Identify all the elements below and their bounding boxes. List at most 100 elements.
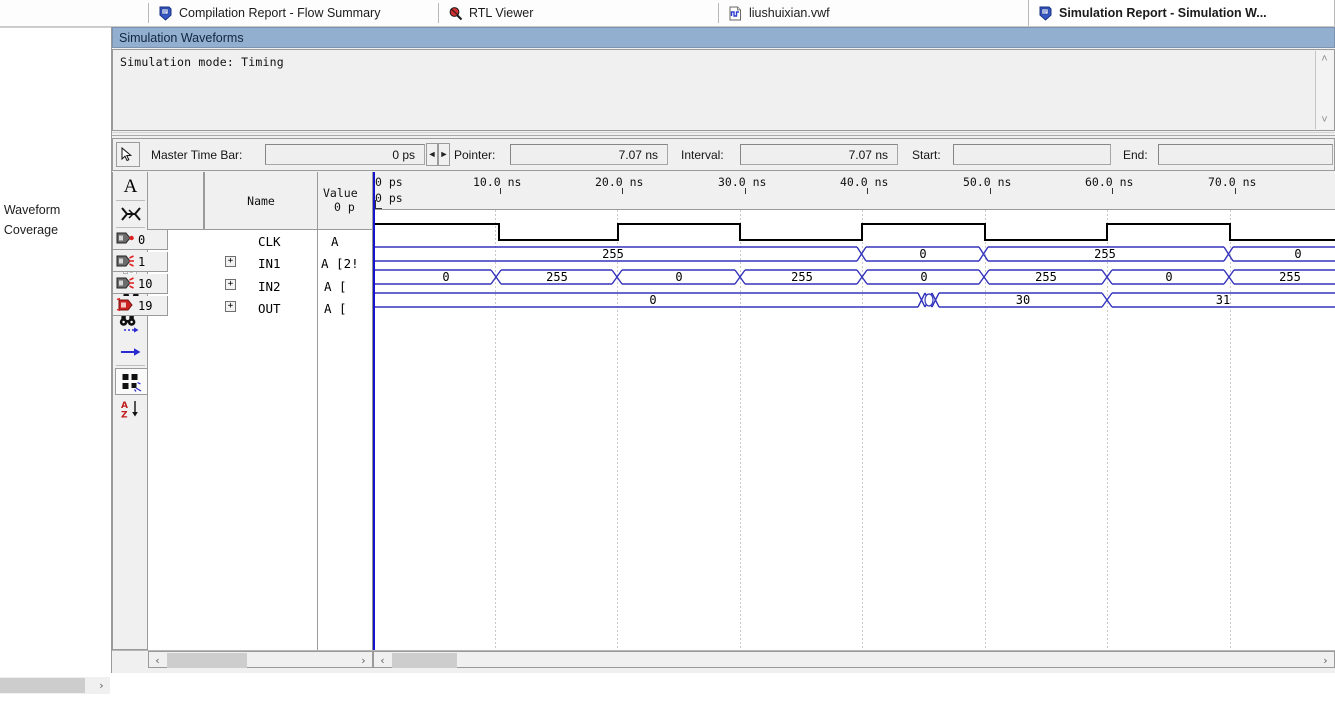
scroll-right-icon[interactable]: ›	[355, 652, 372, 669]
clk-low-segment	[1229, 239, 1335, 241]
tab-label: RTL Viewer	[469, 6, 534, 20]
signal-value-in2: A [	[324, 279, 347, 294]
master-time-bar-field[interactable]: 0 ps	[265, 144, 425, 165]
expand-out-button[interactable]: +	[225, 301, 236, 312]
scroll-right-icon[interactable]: ›	[93, 677, 110, 694]
sidebar-item-simulation-coverage[interactable]: Simulation Coverage	[0, 223, 58, 237]
clk-low-segment	[984, 239, 1107, 241]
sort-tool[interactable]: A Z	[115, 396, 146, 421]
waveform-row-in1[interactable]: 255 0 255 0	[373, 244, 1335, 264]
text-tool[interactable]: A	[115, 174, 146, 199]
svg-text:Z: Z	[121, 410, 128, 419]
signal-name-clk[interactable]: CLK	[258, 234, 281, 249]
waveform-scrollbar[interactable]: ‹ ›	[373, 651, 1335, 668]
master-time-cursor[interactable]	[373, 172, 375, 650]
bus-value-label: 0	[920, 270, 928, 284]
row-gutter-in1[interactable]: 1	[112, 252, 168, 272]
value-column-header: Value 0 p	[317, 172, 373, 230]
bus-value-label: 255	[546, 270, 568, 284]
signal-name-column: Name	[147, 172, 318, 650]
tab-separator	[718, 3, 719, 23]
row-gutter-in2[interactable]: 10	[112, 274, 168, 294]
bus-value-label: 0	[1165, 270, 1173, 284]
scroll-left-icon[interactable]: ‹	[374, 652, 391, 669]
tick-label-60: 60.0 ns	[1085, 175, 1134, 189]
master-time-bar-label: Master Time Bar:	[151, 148, 243, 162]
input-pin-icon	[116, 254, 135, 270]
bus-value-label: 255	[1035, 270, 1057, 284]
scroll-thumb[interactable]	[0, 678, 85, 693]
pointer-tool-button[interactable]	[116, 142, 140, 167]
tab-liushuixian-vwf[interactable]: liushuixian.vwf	[718, 0, 1028, 26]
goto-tool[interactable]	[115, 339, 146, 364]
tab-compilation-report[interactable]: Compilation Report - Flow Summary	[148, 0, 438, 26]
panel-top-divider	[0, 27, 111, 28]
master-time-bar-stepper[interactable]: ◄ ►	[426, 143, 450, 166]
waveform-canvas[interactable]: 0 ps 10.0 ns 20.0 ns 30.0 ns 40.0 ns 50.…	[373, 172, 1335, 650]
waveform-row-in2[interactable]: 0 255 0 255 0 255 0 255	[373, 267, 1335, 287]
tick-mark	[622, 188, 623, 194]
pane-divider[interactable]	[112, 132, 1335, 136]
bus-value-label: 0	[1294, 247, 1302, 261]
name-column-scrollbar[interactable]: ‹ ›	[148, 651, 373, 668]
time-bar-toolbar: Master Time Bar: 0 ps ◄ ► Pointer: 7.07 …	[112, 138, 1335, 171]
tick-label-50: 50.0 ns	[963, 175, 1012, 189]
clk-high-segment	[617, 223, 740, 225]
tick-label-10: 10.0 ns	[473, 175, 522, 189]
bus-value-label: 0	[442, 270, 450, 284]
end-field[interactable]	[1158, 144, 1333, 165]
gutter-header-cell	[147, 172, 204, 230]
scroll-left-icon[interactable]: ‹	[149, 652, 166, 669]
report-icon	[1038, 6, 1053, 21]
tree-panel-scrollbar[interactable]: ›	[0, 677, 110, 694]
waveform-row-out[interactable]: 0 30 31	[373, 290, 1335, 310]
clk-rising-edge	[861, 223, 863, 241]
interval-field[interactable]: 7.07 ns	[740, 144, 898, 165]
signal-name-in1[interactable]: IN1	[258, 256, 281, 271]
expand-in1-button[interactable]: +	[225, 256, 236, 267]
bus-value-label: 255	[1094, 247, 1116, 261]
bus-value-label: 255	[791, 270, 813, 284]
row-index: 19	[138, 298, 153, 313]
scroll-down-icon[interactable]: ˅	[1316, 112, 1333, 128]
start-field[interactable]	[953, 144, 1111, 165]
scroll-thumb[interactable]	[167, 653, 247, 668]
expand-in2-button[interactable]: +	[225, 279, 236, 290]
row-index: 10	[138, 276, 153, 291]
scroll-up-icon[interactable]: ˄	[1316, 51, 1333, 67]
output-pin-icon	[116, 297, 135, 314]
simulation-mode-inner: Simulation mode: Timing	[114, 51, 1294, 129]
snap-tool[interactable]	[115, 201, 146, 226]
signal-name-in2[interactable]: IN2	[258, 279, 281, 294]
scroll-right-icon[interactable]: ›	[1317, 652, 1334, 669]
pointer-field[interactable]: 7.07 ns	[510, 144, 668, 165]
grouping-tool[interactable]	[115, 368, 148, 395]
value-column: Value 0 p	[317, 172, 373, 650]
bus-value-label: 0	[649, 293, 657, 307]
cursor-handle-icon[interactable]	[375, 200, 382, 209]
clk-rising-edge	[1106, 223, 1108, 241]
row-gutter-clk[interactable]: 0	[112, 230, 168, 250]
tab-label: Compilation Report - Flow Summary	[179, 6, 381, 20]
signal-name-out[interactable]: OUT	[258, 301, 281, 316]
tab-label: Simulation Report - Simulation W...	[1059, 6, 1267, 20]
row-gutter-out[interactable]: 19	[112, 296, 168, 316]
stepper-left-icon[interactable]: ◄	[426, 143, 438, 166]
mode-box-vertical-scrollbar[interactable]: ˄ ˅	[1315, 51, 1333, 129]
time-ruler[interactable]: 0 ps 10.0 ns 20.0 ns 30.0 ns 40.0 ns 50.…	[373, 172, 1335, 210]
end-label: End:	[1123, 148, 1148, 162]
tab-rtl-viewer[interactable]: RTL Viewer	[438, 0, 718, 26]
signal-value-out: A [	[324, 301, 347, 316]
input-pin-icon	[116, 232, 135, 247]
simulation-mode-box: Simulation mode: Timing ˄ ˅	[112, 49, 1335, 131]
value-header-label: Value	[323, 186, 358, 200]
sidebar-item-simulation-waveform[interactable]: Simulation Waveform	[0, 203, 60, 217]
tab-label: liushuixian.vwf	[749, 6, 830, 20]
scroll-thumb[interactable]	[392, 653, 457, 668]
stepper-right-icon[interactable]: ►	[438, 143, 450, 166]
tab-simulation-report[interactable]: Simulation Report - Simulation W...	[1028, 0, 1335, 26]
waveform-work-area: A A Z Name Value 0 p 0 1 10 19 CLK + IN1…	[112, 172, 1335, 650]
bus-value-label: 30	[1015, 293, 1031, 307]
report-tree-panel[interactable]: Report Device Summary Settings Summary D…	[0, 27, 112, 673]
simulation-waveform-pane: Simulation Waveforms Simulation mode: Ti…	[112, 27, 1335, 673]
